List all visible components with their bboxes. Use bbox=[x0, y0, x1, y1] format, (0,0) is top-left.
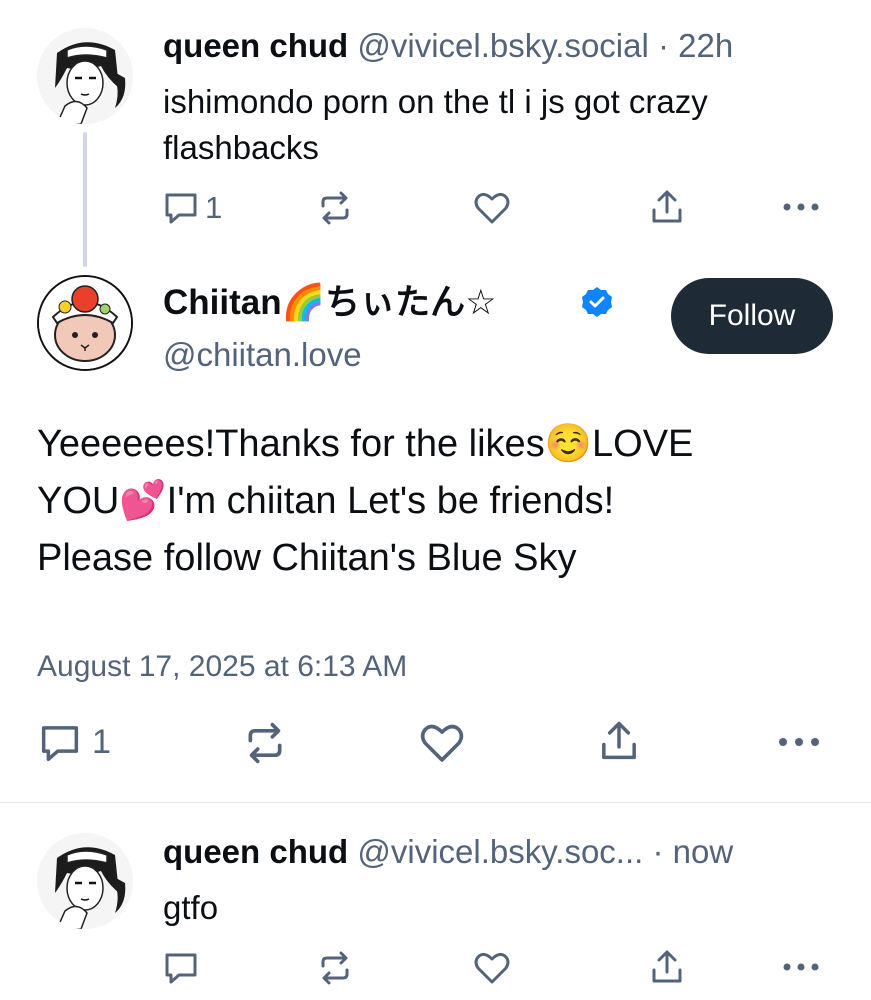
more-options-icon[interactable] bbox=[776, 734, 822, 750]
post-divider bbox=[0, 802, 871, 803]
like-heart-icon[interactable] bbox=[473, 950, 511, 986]
focused-post-handle-row: @chiitan.love bbox=[163, 335, 362, 375]
text-line: Yeeeeees!Thanks for the likes☺️LOVE bbox=[37, 423, 694, 465]
repost-icon[interactable] bbox=[317, 950, 353, 986]
parent-post-header: queen chud @vivicel.bsky.social · 22h bbox=[163, 26, 733, 66]
text-line: Please follow Chiitan's Blue Sky bbox=[37, 537, 577, 579]
focused-post-name-row: Chiitan🌈ちぃたん☆ bbox=[163, 283, 497, 323]
separator: · bbox=[652, 833, 664, 870]
reply-post-avatar[interactable] bbox=[37, 833, 133, 929]
more-options-icon[interactable] bbox=[782, 960, 820, 974]
post-time[interactable]: now bbox=[673, 833, 734, 870]
author-handle[interactable]: @vivicel.bsky.soc... bbox=[357, 833, 643, 870]
manga-portrait-avatar bbox=[37, 833, 133, 929]
like-heart-icon[interactable] bbox=[419, 721, 465, 765]
author-name[interactable]: queen chud bbox=[163, 833, 348, 870]
share-icon[interactable] bbox=[598, 718, 640, 764]
author-handle[interactable]: @chiitan.love bbox=[163, 336, 362, 373]
thread-connector-line bbox=[83, 132, 87, 267]
reply-count: 1 bbox=[92, 723, 111, 761]
parent-post-avatar[interactable] bbox=[37, 28, 133, 124]
text-line: flashbacks bbox=[163, 129, 319, 166]
parent-post-text: ishimondo porn on the tl i js got crazy … bbox=[163, 79, 708, 171]
reply-post-header: queen chud @vivicel.bsky.soc... · now bbox=[163, 832, 733, 872]
reply-icon[interactable] bbox=[163, 950, 199, 986]
share-icon[interactable] bbox=[649, 948, 685, 986]
author-handle[interactable]: @vivicel.bsky.social bbox=[357, 27, 648, 64]
author-name[interactable]: Chiitan🌈ちぃたん☆ bbox=[163, 283, 497, 322]
focused-post-avatar[interactable] bbox=[37, 275, 133, 371]
verified-badge-icon bbox=[581, 286, 613, 323]
like-heart-icon[interactable] bbox=[473, 190, 511, 226]
reply-icon[interactable] bbox=[38, 722, 82, 764]
reply-post-text: gtfo bbox=[163, 889, 219, 926]
focused-post-text: Yeeeeees!Thanks for the likes☺️LOVE YOU💕… bbox=[37, 416, 693, 587]
post-timestamp[interactable]: August 17, 2025 at 6:13 AM bbox=[37, 648, 407, 686]
reply-icon[interactable] bbox=[163, 190, 199, 226]
post-time[interactable]: 22h bbox=[678, 27, 733, 64]
text-line: ishimondo porn on the tl i js got crazy bbox=[163, 83, 708, 120]
manga-portrait-avatar bbox=[37, 28, 133, 124]
share-icon[interactable] bbox=[649, 188, 685, 226]
more-options-icon[interactable] bbox=[782, 200, 820, 214]
repost-icon[interactable] bbox=[317, 190, 353, 226]
chiitan-mascot-avatar bbox=[39, 277, 131, 369]
follow-button[interactable]: Follow bbox=[671, 278, 833, 354]
reply-count: 1 bbox=[205, 190, 223, 225]
separator: · bbox=[658, 27, 669, 64]
author-name[interactable]: queen chud bbox=[163, 27, 348, 64]
text-line: YOU💕I'm chiitan Let's be friends! bbox=[37, 480, 615, 522]
repost-icon[interactable] bbox=[243, 721, 287, 765]
